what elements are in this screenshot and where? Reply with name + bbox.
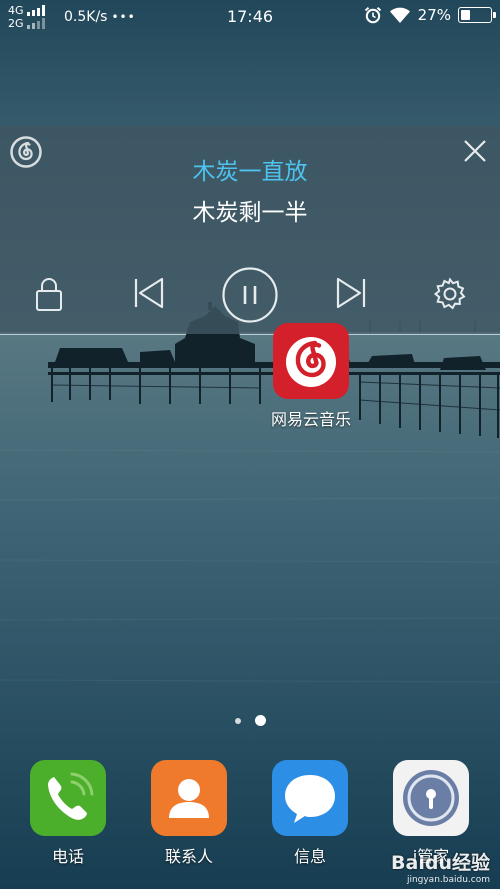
song-title: 木炭一直放 xyxy=(192,159,308,185)
more-notifications-icon: ••• xyxy=(111,10,136,24)
play-pause-button[interactable] xyxy=(221,266,279,324)
page-dot[interactable] xyxy=(234,717,241,724)
contact-icon xyxy=(151,760,227,836)
lock-icon xyxy=(36,278,62,311)
next-icon xyxy=(336,277,366,309)
signal-icon xyxy=(26,18,45,29)
settings-button[interactable] xyxy=(433,277,467,311)
network-indicator: 4G 2G xyxy=(8,4,54,30)
battery-icon xyxy=(458,7,496,23)
app-label: 电话 xyxy=(51,847,84,866)
app-netease-music[interactable]: 网易云音乐 xyxy=(263,323,359,430)
page-dot-active[interactable] xyxy=(254,715,266,726)
pause-icon xyxy=(222,267,278,323)
dock-phone[interactable]: 电话 xyxy=(20,760,116,867)
message-icon xyxy=(272,760,348,836)
app-label: 联系人 xyxy=(164,847,213,866)
lyric-line: 木炭剩一半 xyxy=(192,200,308,226)
battery-percent: 27% xyxy=(417,6,451,24)
page-indicator xyxy=(0,715,500,726)
lock-button[interactable] xyxy=(34,276,64,312)
wifi-icon xyxy=(389,7,410,23)
net-speed: 0.5K/s xyxy=(64,9,108,25)
signal-icon xyxy=(26,5,45,16)
previous-icon xyxy=(134,277,164,309)
watermark-sub: jingyan.baidu.com xyxy=(406,875,490,885)
app-label: 网易云音乐 xyxy=(270,410,351,429)
alarm-icon xyxy=(364,7,381,24)
previous-track-button[interactable] xyxy=(132,276,166,310)
security-lock-icon xyxy=(393,760,469,836)
app-label: 信息 xyxy=(293,847,326,866)
status-right: 27% xyxy=(364,6,496,24)
watermark-main: Baidu经验 xyxy=(391,852,490,874)
music-lock-panel: 木炭一直放 木炭剩一半 xyxy=(0,126,500,334)
settings-icon xyxy=(433,277,466,310)
network-type-bottom: 2G xyxy=(8,17,24,30)
dock-contacts[interactable]: 联系人 xyxy=(141,760,237,867)
next-track-button[interactable] xyxy=(334,276,368,310)
network-type-top: 4G xyxy=(8,4,24,17)
battery-fill xyxy=(461,10,470,20)
baidu-watermark: Baidu经验 jingyan.baidu.com xyxy=(391,848,490,885)
phone-icon xyxy=(30,760,106,836)
dock-messages[interactable]: 信息 xyxy=(262,760,358,867)
netease-music-icon xyxy=(273,323,349,399)
